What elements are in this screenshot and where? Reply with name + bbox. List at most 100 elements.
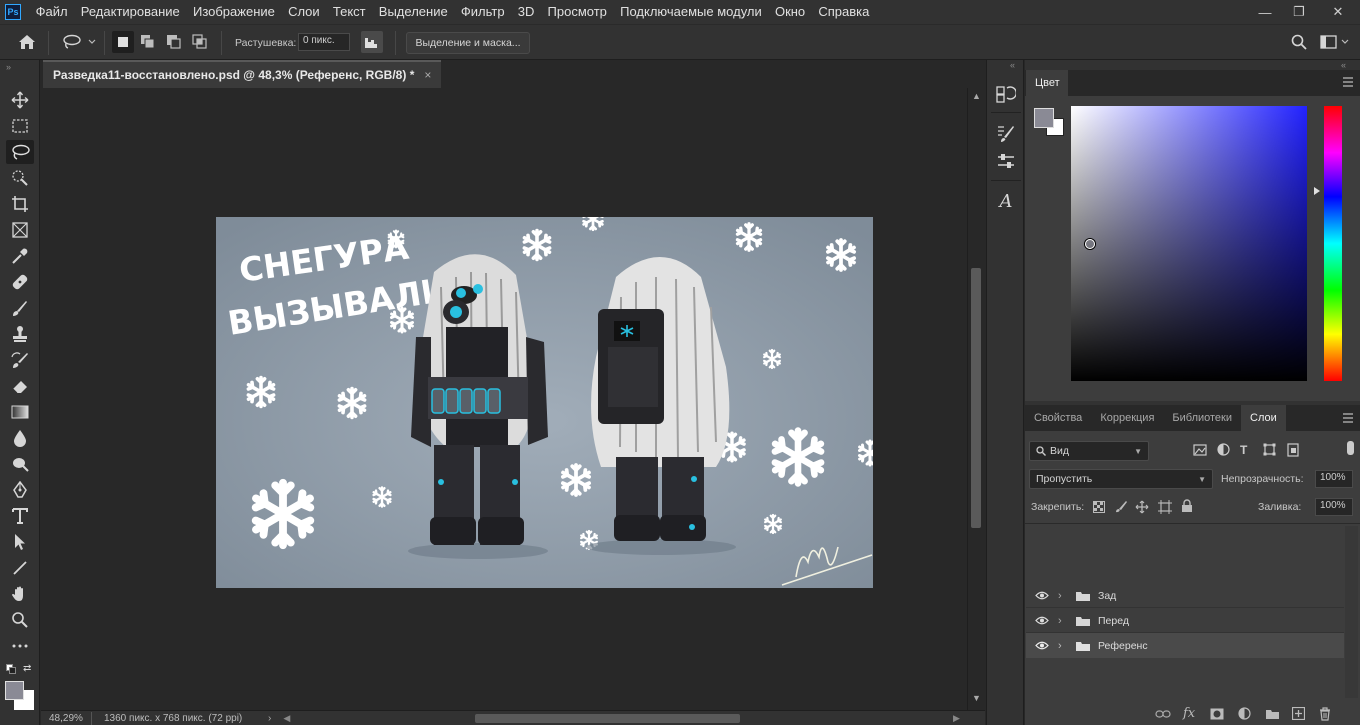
path-selection-tool-icon[interactable] — [6, 530, 34, 554]
new-group-icon[interactable] — [1265, 708, 1280, 720]
color-panel-menu-icon[interactable] — [1342, 77, 1354, 87]
quick-selection-tool-icon[interactable] — [6, 166, 34, 190]
lock-transparent-icon[interactable] — [1093, 501, 1105, 513]
tab-layers[interactable]: Слои — [1241, 405, 1286, 431]
swap-colors-icon[interactable]: ⇄ — [23, 663, 31, 674]
hue-slider-handle[interactable] — [1314, 187, 1320, 195]
clone-stamp-tool-icon[interactable] — [6, 322, 34, 346]
new-adjustment-layer-icon[interactable] — [1238, 707, 1251, 720]
intersect-selection-icon[interactable] — [189, 31, 211, 53]
brush-settings-icon[interactable] — [995, 122, 1017, 144]
collapse-toolbar-icon[interactable]: » — [6, 62, 11, 72]
foreground-color-swatch[interactable] — [5, 681, 24, 700]
opacity-input[interactable]: 100% — [1315, 470, 1353, 488]
hue-slider[interactable] — [1324, 106, 1342, 381]
scroll-right-icon[interactable]: ▶ — [953, 713, 960, 724]
menu-image[interactable]: Изображение — [186, 0, 281, 24]
vertical-scroll-thumb[interactable] — [971, 268, 981, 528]
home-icon[interactable] — [16, 31, 38, 53]
filter-adjustment-icon[interactable] — [1217, 443, 1230, 456]
vertical-scrollbar[interactable]: ▲ ▼ — [967, 88, 985, 710]
new-layer-icon[interactable] — [1292, 707, 1305, 720]
lock-position-move-icon[interactable] — [1135, 500, 1149, 514]
layers-scrollbar[interactable] — [1345, 526, 1358, 698]
character-panel-icon[interactable]: A — [995, 190, 1017, 212]
gradient-tool-icon[interactable] — [6, 400, 34, 424]
expand-chevron-icon[interactable]: › — [1058, 640, 1068, 652]
lock-all-icon[interactable] — [1181, 499, 1193, 513]
feather-input[interactable]: 0 пикс. — [298, 33, 350, 51]
tab-properties[interactable]: Свойства — [1025, 405, 1091, 431]
menu-view[interactable]: Просмотр — [541, 0, 614, 24]
hand-tool-icon[interactable] — [6, 582, 34, 606]
menu-3d[interactable]: 3D — [511, 0, 541, 24]
panels-collapse-icon[interactable]: « — [1341, 60, 1346, 70]
move-tool-icon[interactable] — [6, 88, 34, 112]
anti-alias-icon[interactable] — [361, 31, 383, 53]
document-tab[interactable]: Разведка11-восстановлено.psd @ 48,3% (Ре… — [43, 60, 442, 88]
scroll-left-icon[interactable]: ◀ — [283, 713, 290, 724]
layer-filter-select[interactable]: Вид ▼ — [1029, 441, 1149, 461]
visibility-eye-icon[interactable] — [1026, 591, 1058, 600]
brush-tool-icon[interactable] — [6, 296, 34, 320]
visibility-eye-icon[interactable] — [1026, 616, 1058, 625]
menu-type[interactable]: Текст — [326, 0, 372, 24]
menu-layers[interactable]: Слои — [281, 0, 326, 24]
blend-mode-select[interactable]: Пропустить ▼ — [1029, 469, 1213, 489]
tab-libraries[interactable]: Библиотеки — [1163, 405, 1241, 431]
history-panel-icon[interactable] — [995, 82, 1017, 104]
lasso-preset-picker[interactable] — [58, 31, 98, 53]
fill-input[interactable]: 100% — [1315, 498, 1353, 516]
zoom-level[interactable]: 48,29% — [41, 713, 91, 724]
color-field[interactable] — [1071, 106, 1307, 381]
menu-file[interactable]: Файл — [29, 0, 74, 24]
layer-row[interactable]: › Зад — [1026, 583, 1344, 608]
workspace-switcher-icon[interactable] — [1318, 31, 1352, 53]
lock-artboard-icon[interactable] — [1158, 500, 1172, 514]
zoom-tool-icon[interactable] — [6, 608, 34, 632]
menu-select[interactable]: Выделение — [372, 0, 454, 24]
filter-smart-object-icon[interactable] — [1287, 443, 1299, 457]
layer-effects-icon[interactable]: fx — [1183, 706, 1195, 721]
dock-collapse-icon[interactable]: « — [1010, 60, 1015, 70]
tab-adjustments[interactable]: Коррекция — [1091, 405, 1163, 431]
restore-button[interactable]: ❐ — [1282, 0, 1316, 24]
close-window-button[interactable]: ✕ — [1316, 0, 1360, 24]
color-picker-cursor[interactable] — [1085, 239, 1095, 249]
history-brush-tool-icon[interactable] — [6, 348, 34, 372]
menu-filter[interactable]: Фильтр — [454, 0, 511, 24]
document-canvas-image[interactable]: СНЕГУРА ВЫЗЫВАЛИ? — [216, 217, 873, 588]
add-mask-icon[interactable] — [1210, 708, 1224, 720]
new-selection-icon[interactable] — [112, 31, 134, 53]
filter-toggle-switch[interactable] — [1347, 441, 1354, 455]
horizontal-scroll-thumb[interactable] — [475, 714, 740, 723]
tab-color[interactable]: Цвет — [1026, 70, 1068, 96]
eraser-tool-icon[interactable] — [6, 374, 34, 398]
layer-row[interactable]: › Перед — [1026, 608, 1344, 633]
panel-foreground-swatch[interactable] — [1034, 108, 1054, 128]
menu-window[interactable]: Окно — [768, 0, 811, 24]
line-tool-icon[interactable] — [6, 556, 34, 580]
pen-tool-icon[interactable] — [6, 478, 34, 502]
close-document-icon[interactable]: × — [424, 68, 431, 82]
crop-tool-icon[interactable] — [6, 192, 34, 216]
filter-type-icon[interactable]: T — [1240, 443, 1247, 457]
scroll-down-icon[interactable]: ▼ — [972, 693, 981, 703]
delete-layer-icon[interactable] — [1319, 707, 1331, 721]
subtract-from-selection-icon[interactable] — [163, 31, 185, 53]
expand-chevron-icon[interactable]: › — [1058, 615, 1068, 627]
blur-tool-icon[interactable] — [6, 426, 34, 450]
eyedropper-tool-icon[interactable] — [6, 244, 34, 268]
visibility-eye-icon[interactable] — [1026, 641, 1058, 650]
minimize-button[interactable]: — — [1248, 0, 1282, 24]
search-icon[interactable] — [1288, 31, 1310, 53]
type-tool-icon[interactable] — [6, 504, 34, 528]
filter-shape-icon[interactable] — [1263, 443, 1276, 456]
link-layers-icon[interactable] — [1155, 709, 1171, 719]
layers-panel-menu-icon[interactable] — [1342, 413, 1354, 423]
filter-pixel-icon[interactable] — [1193, 444, 1207, 456]
default-colors-icon[interactable] — [6, 664, 16, 674]
select-and-mask-button[interactable]: Выделение и маска... — [406, 32, 530, 54]
dodge-tool-icon[interactable] — [6, 452, 34, 476]
menu-help[interactable]: Справка — [812, 0, 876, 24]
